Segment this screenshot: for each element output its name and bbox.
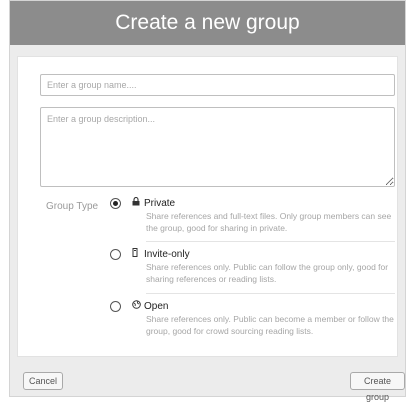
cancel-button[interactable]: Cancel [23, 372, 64, 390]
lock-icon [132, 196, 142, 208]
invite-only-option-title: Invite-only [144, 249, 190, 260]
invite-icon [132, 248, 142, 259]
open-option-title: Open [144, 301, 169, 312]
open-radio[interactable] [110, 301, 121, 312]
group-description-input[interactable] [40, 107, 395, 187]
dialog-title: Create a new group [10, 1, 405, 45]
create-group-button[interactable]: Create group [350, 372, 405, 402]
invite-only-radio[interactable] [110, 249, 121, 260]
private-radio[interactable] [110, 198, 121, 209]
create-group-dialog: Create a new group Group Type Private Sh… [9, 0, 406, 402]
option-divider [146, 293, 395, 294]
private-option-description: Share references and full-text files. On… [146, 211, 392, 233]
group-name-input[interactable] [40, 74, 395, 96]
invite-only-option-description: Share references only. Public can follow… [146, 262, 389, 284]
option-divider [146, 241, 395, 242]
open-option-description: Share references only. Public can become… [146, 314, 394, 336]
private-option-title: Private [144, 198, 176, 209]
dialog-body: Group Type Private Share references and … [17, 56, 398, 357]
globe-icon [132, 300, 142, 311]
group-type-label: Group Type [46, 201, 99, 212]
